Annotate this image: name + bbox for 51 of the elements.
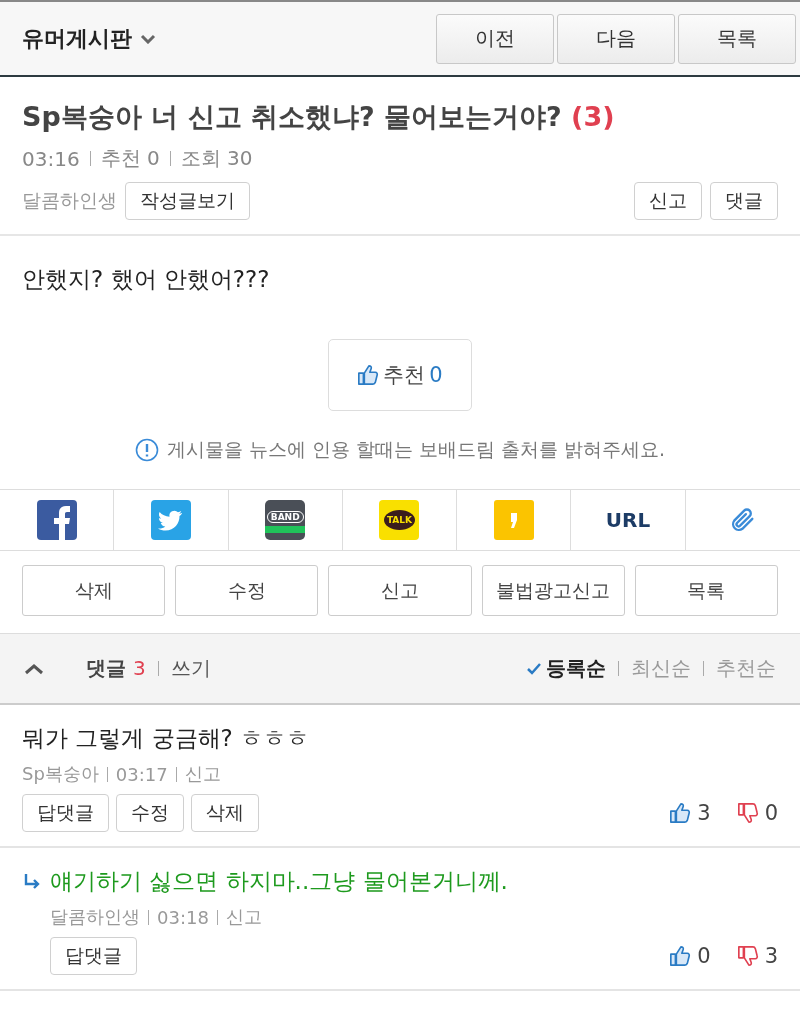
author-name: 달콤하인생 <box>22 188 117 213</box>
info-icon <box>134 438 159 462</box>
comment-author: 달콤하인생 <box>50 905 140 929</box>
url-link[interactable]: URL <box>605 508 651 532</box>
sort-option[interactable]: 등록순 <box>526 655 606 682</box>
action-button[interactable]: 삭제 <box>22 565 166 616</box>
action-button[interactable]: 신고 <box>328 565 472 616</box>
post-meta: 추천 0 <box>100 145 160 172</box>
comment-time: 03:17 <box>115 763 168 785</box>
post-meta: 조회 30 <box>180 145 253 172</box>
action-button[interactable]: 수정 <box>175 565 319 616</box>
dislike-count: 0 <box>764 801 778 825</box>
post-body: 안했지? 했어 안했어??? <box>22 265 271 294</box>
nav-button[interactable]: 목록 <box>678 13 796 64</box>
chevron-up-icon[interactable] <box>24 662 44 675</box>
thumbs-up-icon <box>357 364 380 386</box>
post-meta: 03:16 <box>22 146 80 171</box>
notice-text: 게시물을 뉴스에 인용 할때는 보배드림 출처를 밝혀주세요. <box>166 437 666 462</box>
comment-button[interactable]: 답댓글 <box>50 937 137 975</box>
chevron-down-icon <box>140 33 156 44</box>
twitter-icon[interactable] <box>150 500 191 540</box>
thumbs-down-icon <box>736 945 759 967</box>
comment-text: 얘기하기 싫으면 하지마..그냥 물어본거니께. <box>50 867 508 896</box>
comment-time: 03:18 <box>157 906 209 928</box>
write-link[interactable]: 쓰기 <box>170 655 211 682</box>
thumbs-up-icon <box>669 945 692 967</box>
thumbs-down-icon <box>736 802 759 824</box>
thumbs-up-icon <box>669 802 692 824</box>
talk-icon[interactable]: TALK <box>379 500 420 540</box>
board-selector[interactable]: 유머게시판 <box>22 23 156 54</box>
comment-author: Sp복숭아 <box>22 762 99 786</box>
post-action-button[interactable]: 신고 <box>634 182 702 220</box>
nav-button[interactable]: 이전 <box>436 13 554 64</box>
comment-button[interactable]: 삭제 <box>191 794 259 832</box>
action-button[interactable]: 목록 <box>634 565 778 616</box>
band-icon[interactable]: BAND <box>265 500 306 540</box>
facebook-icon[interactable] <box>36 500 77 540</box>
like-count: 0 <box>697 944 711 968</box>
comment-text: 뭐가 그렇게 궁금해? ㅎㅎㅎ <box>22 724 310 753</box>
like-count: 3 <box>697 801 711 825</box>
recommend-button[interactable]: 추천 0 <box>328 339 472 411</box>
comment-button[interactable]: 수정 <box>116 794 184 832</box>
author-posts-button[interactable]: 작성글보기 <box>125 182 250 220</box>
post-action-button[interactable]: 댓글 <box>710 182 778 220</box>
action-button[interactable]: 불법광고신고 <box>481 565 625 616</box>
post-title: Sp복숭아 너 신고 취소했냐? 물어보는거야? (3) <box>22 100 616 134</box>
check-icon <box>526 661 542 676</box>
comments-label: 댓글 3 <box>86 655 146 682</box>
nav-button[interactable]: 다음 <box>557 13 675 64</box>
comment-button[interactable]: 답댓글 <box>22 794 109 832</box>
dislike-count: 3 <box>764 944 778 968</box>
